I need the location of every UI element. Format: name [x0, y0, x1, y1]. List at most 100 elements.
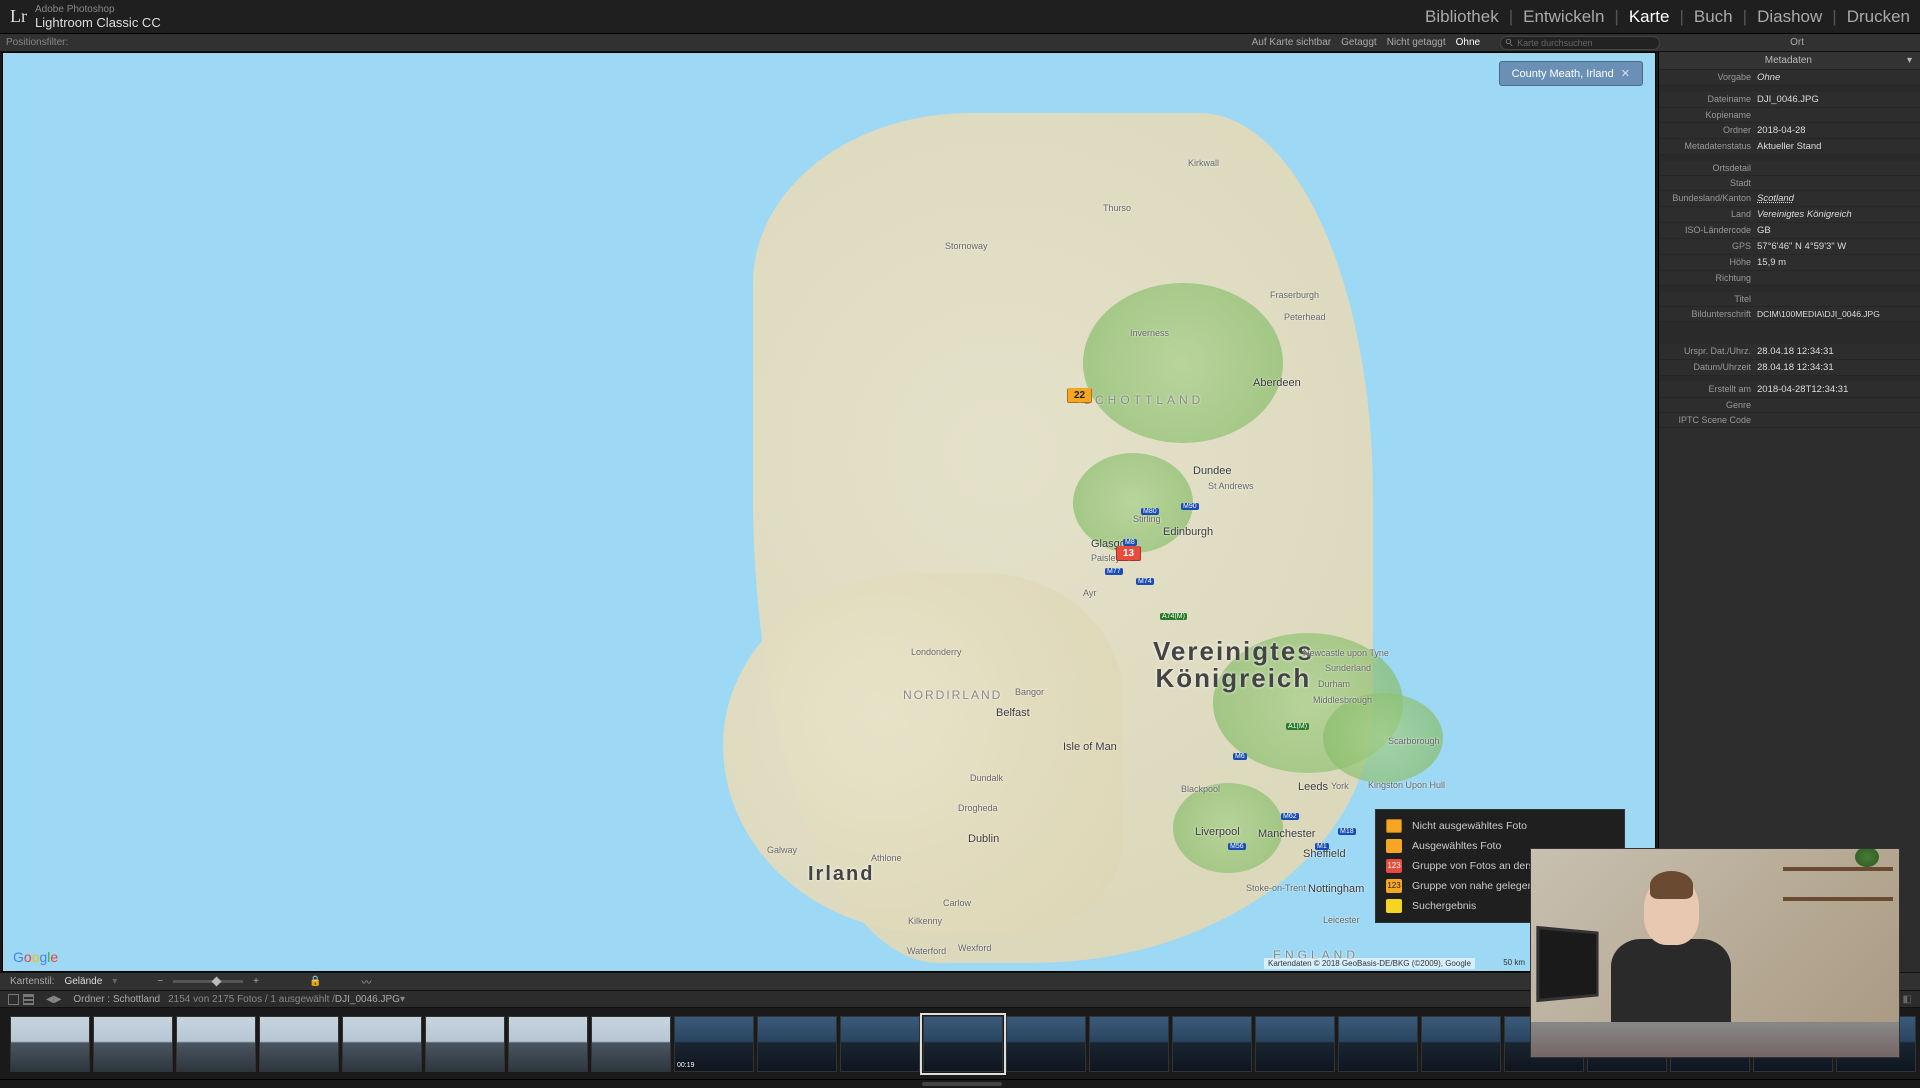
thumb-3[interactable] — [176, 1016, 256, 1072]
meta-caption[interactable]: DCIM\100MEDIA\DJI_0046.JPG — [1757, 309, 1914, 319]
meta-title[interactable] — [1757, 294, 1914, 304]
city-kilkenny: Kilkenny — [908, 916, 942, 926]
view-grid-icon[interactable] — [23, 994, 34, 1005]
thumb-14[interactable] — [1089, 1016, 1169, 1072]
thumb-10[interactable] — [757, 1016, 837, 1072]
city-leicester: Leicester — [1323, 915, 1360, 925]
city-dublin: Dublin — [968, 833, 999, 845]
thumb-5[interactable] — [342, 1016, 422, 1072]
filter-tagged[interactable]: Getaggt — [1341, 37, 1377, 48]
city-galway: Galway — [767, 845, 797, 855]
thumb-11[interactable] — [840, 1016, 920, 1072]
module-develop[interactable]: Entwickeln — [1523, 7, 1604, 27]
meta-direction[interactable] — [1757, 273, 1914, 283]
thumb-18[interactable] — [1421, 1016, 1501, 1072]
legend-search-result: Suchergebnis — [1412, 900, 1476, 912]
brand-line1: Adobe Photoshop — [35, 4, 161, 15]
location-chip[interactable]: County Meath, Irland ✕ — [1499, 61, 1643, 86]
module-print[interactable]: Drucken — [1847, 7, 1910, 27]
label-isleofman: Isle of Man — [1063, 741, 1117, 753]
meta-folder: 2018-04-28 — [1757, 125, 1914, 136]
city-fraserburgh: Fraserburgh — [1270, 290, 1319, 300]
zoom-slider[interactable] — [173, 980, 243, 983]
map-marker-cluster-13[interactable]: 13 — [1116, 546, 1141, 561]
country-ireland: Irland — [808, 863, 874, 886]
nav-back-icon[interactable]: ◀ — [46, 994, 54, 1005]
map-search-input[interactable]: Karte durchsuchen — [1500, 36, 1660, 50]
meta-genre[interactable] — [1757, 400, 1914, 410]
thumb-9[interactable]: 00:19 — [674, 1016, 754, 1072]
legend-unselected: Nicht ausgewähltes Foto — [1412, 820, 1527, 832]
filmstrip-count: 2154 von 2175 Fotos / 1 ausgewählt / — [168, 994, 335, 1005]
tracklog-icon[interactable]: 〰 — [361, 974, 371, 989]
filter-none[interactable]: Ohne — [1456, 37, 1480, 48]
brand-line2: Lightroom Classic CC — [35, 15, 161, 30]
city-kingston: Kingston Upon Hull — [1368, 780, 1445, 790]
right-panel-tab-ort[interactable]: Ort — [1790, 37, 1804, 48]
country-uk-1: Vereinigtes — [1153, 636, 1314, 666]
thumb-1[interactable] — [10, 1016, 90, 1072]
view-single-icon[interactable] — [8, 994, 19, 1005]
thumb-17[interactable] — [1338, 1016, 1418, 1072]
city-sunderland: Sunderland — [1325, 663, 1371, 673]
nav-fwd-icon[interactable]: ▶ — [54, 994, 62, 1005]
zoom-minus-icon[interactable]: − — [157, 976, 163, 987]
location-filter-label: Positionsfilter: — [6, 37, 68, 48]
meta-preset[interactable]: Ohne — [1757, 72, 1914, 83]
thumb-2[interactable] — [93, 1016, 173, 1072]
meta-sublocation[interactable] — [1757, 163, 1914, 173]
chevron-down-icon[interactable]: ▾ — [1907, 55, 1912, 66]
app-header: Lr Adobe Photoshop Lightroom Classic CC … — [0, 0, 1920, 34]
filter-toggle-icon[interactable]: ◧ — [1903, 994, 1912, 1005]
thumb-12-selected[interactable] — [923, 1016, 1003, 1072]
filmstrip-scrollbar[interactable] — [0, 1080, 1920, 1088]
meta-altitude[interactable]: 15,9 m — [1757, 257, 1914, 268]
metadata-panel: . Metadaten ▾ VorgabeOhne DateinameDJI_0… — [1658, 52, 1920, 972]
meta-date-original: 28.04.18 12:34:31 — [1757, 346, 1914, 357]
app-logo: Lr — [10, 6, 27, 27]
close-icon[interactable]: ✕ — [1621, 68, 1630, 80]
thumb-4[interactable] — [259, 1016, 339, 1072]
city-standrews: St Andrews — [1208, 481, 1254, 491]
module-map[interactable]: Karte — [1629, 7, 1670, 27]
filmstrip-current-file: DJI_0046.JPG — [335, 994, 400, 1005]
thumb-6[interactable] — [425, 1016, 505, 1072]
thumb-8[interactable] — [591, 1016, 671, 1072]
lock-icon[interactable]: 🔒 — [309, 976, 321, 987]
module-book[interactable]: Buch — [1694, 7, 1733, 27]
meta-filename: DJI_0046.JPG — [1757, 94, 1914, 105]
meta-scene-code[interactable] — [1757, 415, 1914, 425]
meta-city[interactable] — [1757, 178, 1914, 188]
mapstyle-value[interactable]: Gelände — [64, 976, 102, 987]
thumb-15[interactable] — [1172, 1016, 1252, 1072]
filter-untagged[interactable]: Nicht getaggt — [1387, 37, 1446, 48]
meta-gps[interactable]: 57°6'46" N 4°59'3" W — [1757, 241, 1914, 252]
city-liverpool: Liverpool — [1195, 826, 1240, 838]
meta-state[interactable]: Scotland — [1757, 193, 1914, 204]
city-middlesbrough: Middlesbrough — [1313, 695, 1372, 705]
city-bangor: Bangor — [1015, 687, 1044, 697]
filmstrip-path[interactable]: Ordner : Schottland — [73, 994, 160, 1005]
zoom-plus-icon[interactable]: + — [253, 976, 259, 987]
legend-selected: Ausgewähltes Foto — [1412, 840, 1501, 852]
thumb-16[interactable] — [1255, 1016, 1335, 1072]
module-slideshow[interactable]: Diashow — [1757, 7, 1822, 27]
city-londonderry: Londonderry — [911, 647, 962, 657]
city-thurso: Thurso — [1103, 203, 1131, 213]
map-marker-cluster-22[interactable]: 22 — [1067, 388, 1092, 403]
thumb-7[interactable] — [508, 1016, 588, 1072]
city-athlone: Athlone — [871, 853, 902, 863]
meta-country[interactable]: Vereinigtes Königreich — [1757, 209, 1914, 220]
thumb-13[interactable] — [1006, 1016, 1086, 1072]
meta-copyname[interactable] — [1757, 110, 1914, 120]
country-uk-2: Königreich — [1155, 663, 1311, 693]
search-icon — [1505, 38, 1514, 47]
panel-tab-metadata[interactable]: Metadaten — [1765, 55, 1812, 66]
filter-visible[interactable]: Auf Karte sichtbar — [1252, 37, 1331, 48]
module-library[interactable]: Bibliothek — [1425, 7, 1499, 27]
city-aberdeen: Aberdeen — [1253, 377, 1301, 389]
meta-iso[interactable]: GB — [1757, 225, 1914, 236]
map-canvas[interactable]: Vereinigtes Königreich Irland NORDIRLAND… — [2, 52, 1656, 972]
city-durham: Durham — [1318, 679, 1350, 689]
city-carlow: Carlow — [943, 898, 971, 908]
